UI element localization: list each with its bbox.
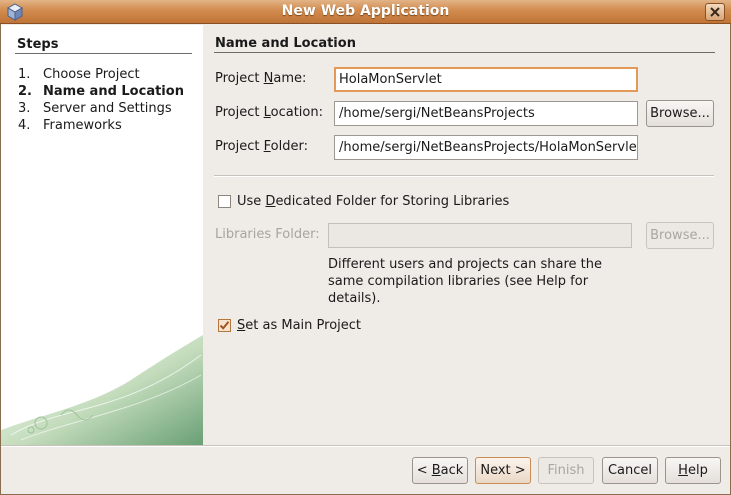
window-titlebar[interactable]: New Web Application [0, 0, 731, 24]
close-icon [710, 7, 720, 17]
steps-panel: Steps 1. Choose Project 2. Name and Locatio… [1, 25, 203, 445]
libraries-folder-input[interactable] [328, 223, 632, 248]
window-title: New Web Application [281, 3, 450, 19]
cancel-button[interactable]: Cancel [602, 457, 658, 484]
project-folder-input[interactable]: /home/sergi/NetBeansProjects/HolaMonServ… [334, 135, 638, 160]
steps-list: 1. Choose Project 2. Name and Location 3. Ser… [18, 66, 184, 134]
finish-button[interactable]: Finish [538, 457, 594, 484]
project-name-label: Project Name: [215, 71, 307, 86]
decorative-swirl-image [1, 335, 203, 445]
step-number: 2. [18, 84, 32, 99]
step-item: 4. Frameworks [18, 117, 184, 134]
steps-divider [15, 53, 192, 54]
libraries-folder-label: Libraries Folder: [215, 227, 320, 242]
project-location-label: Project Location: [215, 105, 323, 120]
back-button[interactable]: < Back [412, 457, 468, 484]
step-label: Choose Project [43, 67, 140, 82]
options-separator [214, 175, 714, 177]
steps-heading: Steps [17, 37, 59, 52]
close-button[interactable] [705, 3, 725, 21]
checkmark-icon [219, 321, 230, 330]
project-name-input[interactable]: HolaMonServlet [334, 67, 638, 92]
project-folder-label: Project Folder: [215, 139, 308, 154]
footer-separator [1, 445, 730, 447]
step-label: Server and Settings [43, 101, 172, 116]
browse-location-button[interactable]: Browse... [646, 100, 714, 127]
step-item: 2. Name and Location [18, 83, 184, 100]
dedicated-folder-label[interactable]: Use Dedicated Folder for Storing Librari… [237, 194, 509, 209]
step-label: Frameworks [43, 118, 122, 133]
libraries-help-text: Different users and projects can share t… [328, 257, 602, 306]
browse-libraries-button[interactable]: Browse... [646, 222, 714, 249]
step-item: 3. Server and Settings [18, 100, 184, 117]
help-button[interactable]: Help [665, 457, 721, 484]
step-number: 1. [18, 67, 31, 82]
dedicated-folder-checkbox[interactable] [218, 195, 231, 208]
step-item: 1. Choose Project [18, 66, 184, 83]
project-location-input[interactable]: /home/sergi/NetBeansProjects [334, 101, 638, 126]
panel-divider [214, 52, 715, 53]
main-project-label[interactable]: Set as Main Project [237, 318, 361, 333]
panel-title: Name and Location [215, 36, 356, 51]
step-label: Name and Location [43, 84, 184, 99]
step-number: 4. [18, 118, 31, 133]
step-number: 3. [18, 101, 31, 116]
main-project-checkbox[interactable] [218, 319, 231, 332]
next-button[interactable]: Next > [475, 457, 531, 484]
